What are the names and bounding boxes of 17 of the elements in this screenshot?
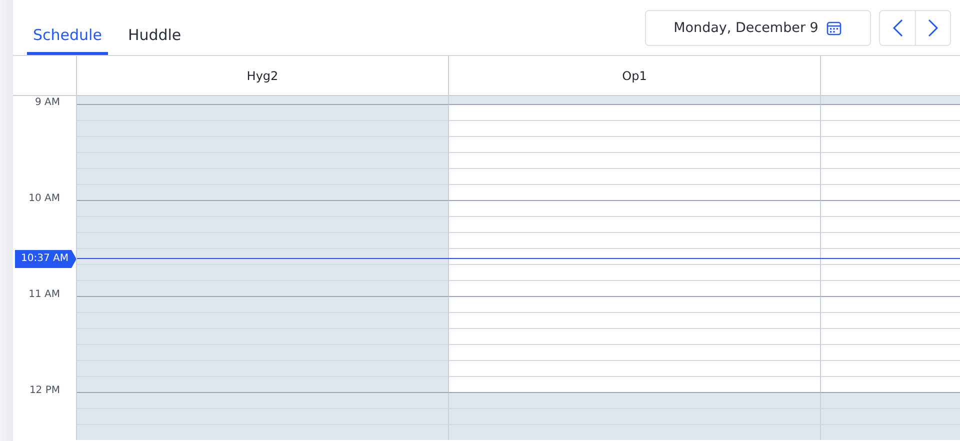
time-slot[interactable] <box>77 248 449 264</box>
chevron-left-icon <box>892 18 904 38</box>
time-slot[interactable] <box>449 248 821 264</box>
time-slot[interactable] <box>449 104 821 120</box>
time-label: 12 PM <box>29 385 60 396</box>
tab[interactable]: Huddle <box>122 0 188 55</box>
time-label: 11 AM <box>28 289 60 300</box>
time-slot[interactable] <box>449 200 821 216</box>
column-header: Op1 <box>622 68 647 82</box>
calendar-icon <box>826 20 842 36</box>
time-label: 9 AM <box>34 97 60 108</box>
time-slot[interactable] <box>449 296 821 312</box>
date-picker-button[interactable]: Monday, December 9 <box>645 10 871 46</box>
column-header: Hyg2 <box>246 68 278 82</box>
time-label: 10 AM <box>28 193 60 204</box>
current-time-marker: 10:37 AM <box>15 250 76 268</box>
chevron-right-icon <box>927 18 939 38</box>
